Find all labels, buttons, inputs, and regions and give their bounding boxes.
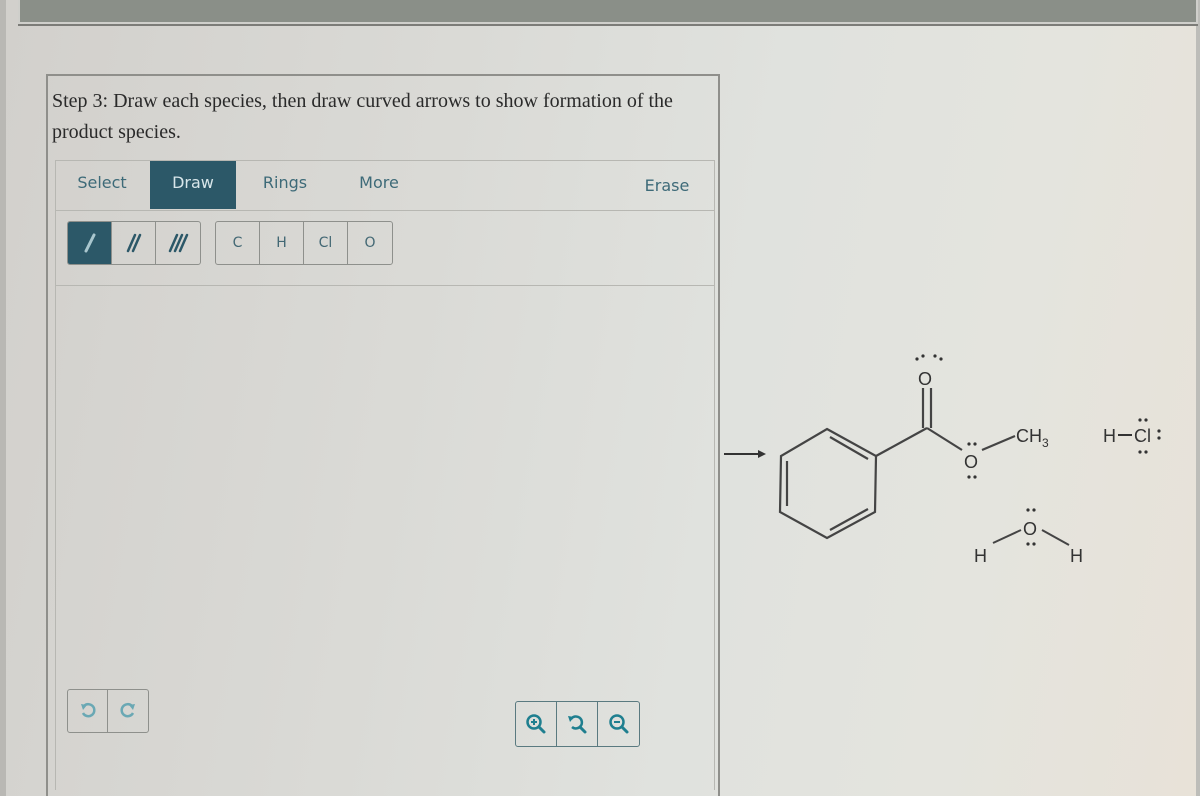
zoom-out-icon — [608, 714, 628, 734]
zoom-reset-icon — [568, 715, 587, 734]
hcl-chlorine: Cl — [1134, 426, 1151, 446]
bond-tools — [67, 221, 201, 265]
reaction-arrow — [724, 450, 766, 458]
atom-cl-button[interactable]: Cl — [304, 222, 348, 264]
water-hydrogen-left: H — [974, 546, 987, 566]
ester-oxygen: O — [964, 452, 978, 472]
methyl-group: CH3 — [1016, 426, 1049, 450]
zoom-in-icon — [526, 714, 546, 734]
triple-bond-icon — [168, 233, 189, 253]
undo-icon — [80, 702, 96, 718]
triple-bond-button[interactable] — [156, 222, 200, 264]
single-bond-button[interactable] — [68, 222, 112, 264]
tab-erase[interactable]: Erase — [622, 164, 712, 212]
tool-row: C H Cl O — [56, 211, 714, 286]
double-bond-button[interactable] — [112, 222, 156, 264]
atom-o-button[interactable]: O — [348, 222, 392, 264]
atom-c-button[interactable]: C — [216, 222, 260, 264]
history-tools — [67, 689, 149, 733]
atom-h-button[interactable]: H — [260, 222, 304, 264]
water-oxygen: O — [1023, 519, 1037, 539]
hcl-hydrogen: H — [1103, 426, 1116, 446]
single-bond-icon — [84, 233, 95, 253]
water-bond-left — [992, 529, 1022, 544]
tab-select[interactable]: Select — [56, 161, 148, 209]
top-banner — [18, 0, 1198, 24]
zoom-reset-button[interactable] — [557, 702, 598, 746]
zoom-tools — [515, 701, 640, 747]
redo-button[interactable] — [108, 690, 148, 732]
atom-tools: C H Cl O — [215, 221, 393, 265]
benzene-ring — [778, 427, 878, 540]
ester-bonds — [875, 388, 1016, 457]
tab-draw[interactable]: Draw — [150, 161, 236, 209]
screen-edge-left — [0, 0, 6, 796]
double-bond-icon — [126, 233, 141, 253]
structure-editor: Select Draw Rings More Erase C H Cl O — [55, 160, 715, 790]
water-bond-right — [1041, 529, 1070, 546]
undo-button[interactable] — [68, 690, 108, 732]
carbonyl-oxygen: O — [918, 369, 932, 389]
zoom-out-button[interactable] — [598, 702, 639, 746]
step-prompt: Step 3: Draw each species, then draw cur… — [52, 90, 673, 143]
tab-more[interactable]: More — [336, 161, 422, 209]
carbonyl-lone-pairs — [915, 354, 943, 361]
zoom-in-button[interactable] — [516, 702, 557, 746]
editor-tabs: Select Draw Rings More Erase — [56, 161, 714, 211]
redo-icon — [120, 702, 135, 718]
tab-rings[interactable]: Rings — [242, 161, 328, 209]
reaction-scheme: O O CH3 H Cl O H H — [724, 354, 1161, 566]
water-hydrogen-right: H — [1070, 546, 1083, 566]
